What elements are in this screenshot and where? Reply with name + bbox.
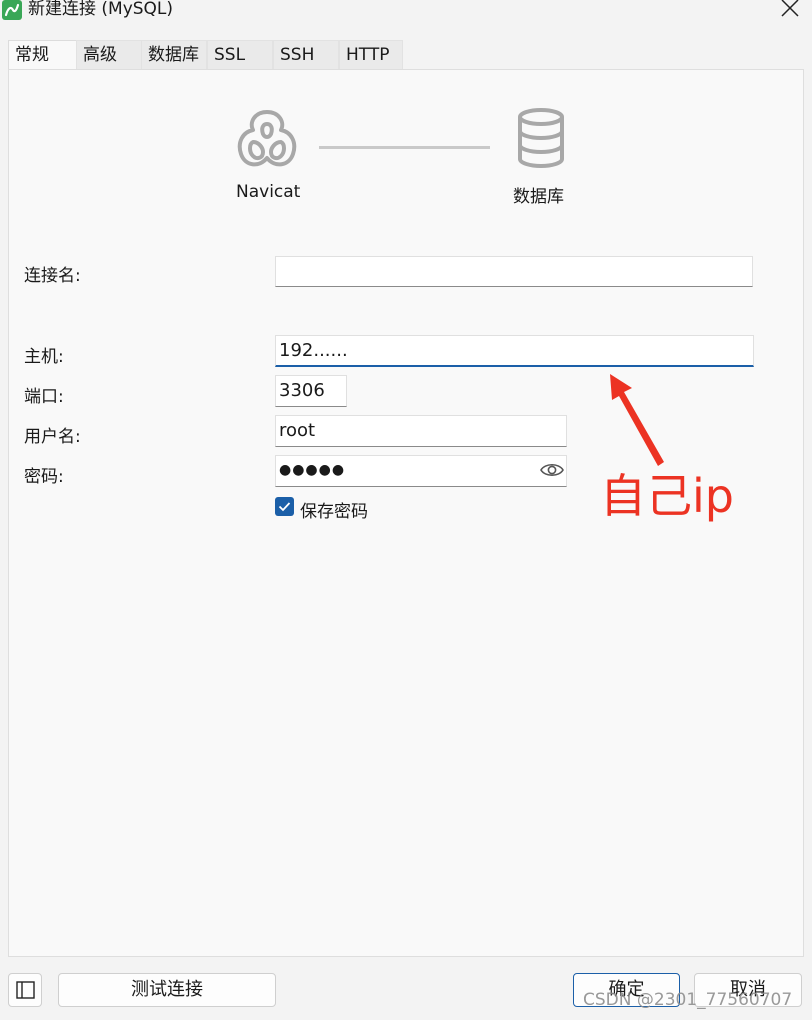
close-icon[interactable] — [776, 0, 804, 22]
tab-databases[interactable]: 数据库 — [141, 40, 207, 69]
tab-ssl[interactable]: SSL — [207, 40, 273, 69]
save-password-checkbox[interactable] — [275, 497, 294, 516]
save-password-label: 保存密码 — [300, 502, 368, 522]
connection-name-label: 连接名: — [24, 266, 81, 286]
watermark: CSDN @2301_77560707 — [583, 990, 793, 1010]
navicat-app-icon — [2, 0, 22, 20]
eye-icon[interactable] — [539, 459, 565, 481]
database-label: 数据库 — [513, 187, 564, 207]
annotation-arrow — [610, 374, 664, 466]
database-icon — [518, 108, 564, 169]
window-title: 新建连接 (MySQL) — [28, 0, 174, 19]
host-label: 主机: — [24, 347, 64, 367]
port-input[interactable]: 3306 — [275, 375, 347, 407]
navicat-label: Navicat — [236, 182, 301, 202]
checkmark-icon — [278, 502, 291, 512]
tab-http[interactable]: HTTP — [339, 40, 403, 69]
navicat-logo-icon — [237, 110, 297, 167]
username-input[interactable]: root — [275, 415, 567, 447]
tab-ssh[interactable]: SSH — [273, 40, 339, 69]
port-label: 端口: — [24, 387, 64, 407]
sidebar-toggle-button[interactable] — [8, 973, 42, 1007]
password-input[interactable]: ●●●●● — [275, 455, 567, 487]
username-label: 用户名: — [24, 427, 81, 447]
tab-general[interactable]: 常规 — [8, 40, 78, 71]
tab-advanced[interactable]: 高级 — [76, 40, 142, 69]
test-connection-button[interactable]: 测试连接 — [58, 973, 276, 1007]
panel-toggle-icon — [16, 981, 35, 999]
host-input[interactable]: 192...... — [275, 335, 754, 367]
connection-name-input[interactable] — [275, 256, 753, 287]
connection-line — [319, 146, 490, 149]
password-label: 密码: — [24, 467, 64, 487]
annotation-text: 自己ip — [600, 469, 734, 523]
